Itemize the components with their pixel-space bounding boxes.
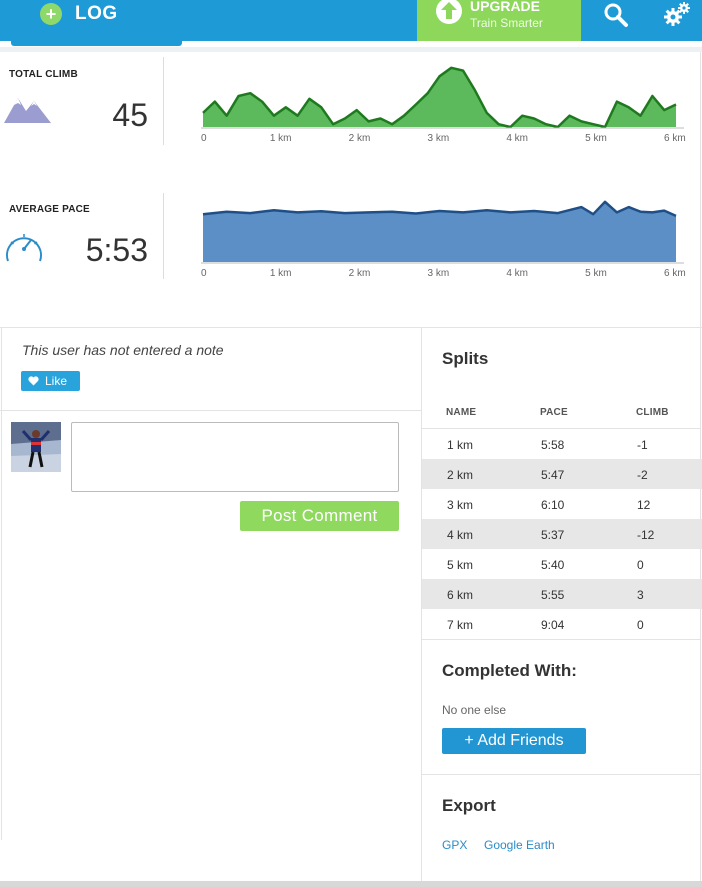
comment-input[interactable] <box>71 422 399 492</box>
split-climb: 12 <box>637 498 651 512</box>
x-tick-label: 3 km <box>428 268 450 279</box>
x-tick-label: 4 km <box>506 133 528 144</box>
page-bottom-edge <box>0 881 702 887</box>
divider <box>422 774 700 775</box>
upgrade-title: UPGRADE <box>470 0 541 14</box>
x-tick-label: 4 km <box>506 268 528 279</box>
export-title: Export <box>442 796 496 815</box>
x-tick-label: 1 km <box>270 268 292 279</box>
total-climb-chart: 0 1 km 2 km 3 km 4 km 5 km 6 km <box>201 66 686 144</box>
upgrade-button[interactable]: UPGRADE Train Smarter <box>417 0 581 41</box>
x-tick-label: 2 km <box>349 133 371 144</box>
heart-icon <box>28 376 39 386</box>
divider <box>422 639 700 640</box>
table-row: 6 km 5:55 3 <box>422 579 702 609</box>
split-pace: 5:37 <box>541 528 565 542</box>
split-name: 5 km <box>447 558 474 572</box>
split-pace: 5:58 <box>541 438 565 452</box>
upgrade-subtitle: Train Smarter <box>470 16 543 30</box>
no-one-else-text: No one else <box>442 703 507 717</box>
x-tick-label: 6 km <box>664 133 686 144</box>
export-gpx-link[interactable]: GPX <box>442 838 467 852</box>
table-row: 7 km 9:04 0 <box>422 609 702 639</box>
split-pace: 5:40 <box>541 558 565 572</box>
x-tick-label: 0 <box>201 133 207 144</box>
table-row: 3 km 6:10 12 <box>422 489 702 519</box>
log-label: LOG <box>75 3 118 24</box>
post-comment-button[interactable]: Post Comment <box>240 501 399 531</box>
avatar[interactable] <box>11 422 61 472</box>
split-climb: 0 <box>637 558 644 572</box>
x-tick-label: 5 km <box>585 133 607 144</box>
split-name: 7 km <box>447 618 474 632</box>
search-icon[interactable] <box>603 2 629 33</box>
export-google-earth-link[interactable]: Google Earth <box>484 838 555 852</box>
x-tick-label: 2 km <box>349 268 371 279</box>
split-name: 3 km <box>447 498 474 512</box>
x-tick-label: 6 km <box>664 268 686 279</box>
divider <box>0 327 702 328</box>
table-row: 2 km 5:47 -2 <box>422 459 702 489</box>
log-button[interactable]: + LOG <box>40 2 118 26</box>
gears-icon[interactable] <box>662 0 692 33</box>
split-pace: 5:47 <box>541 468 565 482</box>
splits-title: Splits <box>442 349 489 368</box>
average-pace-chart: 0 1 km 2 km 3 km 4 km 5 km 6 km <box>201 200 686 279</box>
empty-note-text: This user has not entered a note <box>22 342 224 358</box>
divider <box>0 47 702 52</box>
split-name: 2 km <box>447 468 474 482</box>
split-name: 1 km <box>447 438 474 452</box>
like-button[interactable]: Like <box>21 371 80 391</box>
arrow-up-icon <box>436 0 462 24</box>
completed-with-title: Completed With: <box>442 661 577 680</box>
split-climb: -12 <box>637 528 655 542</box>
split-climb: 3 <box>637 588 644 602</box>
split-pace: 9:04 <box>541 618 565 632</box>
table-row: 1 km 5:58 -1 <box>422 429 702 459</box>
divider <box>1 328 2 840</box>
split-name: 6 km <box>447 588 474 602</box>
divider <box>0 410 421 411</box>
x-tick-label: 1 km <box>270 133 292 144</box>
split-pace: 5:55 <box>541 588 565 602</box>
split-climb: 0 <box>637 618 644 632</box>
split-climb: -2 <box>637 468 648 482</box>
table-row: 4 km 5:37 -12 <box>422 519 702 549</box>
split-climb: -1 <box>637 438 648 452</box>
x-tick-label: 5 km <box>585 268 607 279</box>
x-tick-label: 0 <box>201 268 207 279</box>
splits-header-pace: PACE <box>540 407 568 418</box>
plus-circle-icon: + <box>40 3 62 25</box>
x-tick-label: 3 km <box>428 133 450 144</box>
splits-header-name: NAME <box>446 407 477 418</box>
split-name: 4 km <box>447 528 474 542</box>
split-pace: 6:10 <box>541 498 565 512</box>
top-navigation-bar: + LOG UPGRADE Train Smarter <box>0 0 702 41</box>
active-tab-indicator <box>11 38 182 46</box>
splits-header-climb: CLIMB <box>636 407 669 418</box>
add-friends-button[interactable]: + Add Friends <box>442 728 586 754</box>
like-label: Like <box>45 374 68 388</box>
table-row: 5 km 5:40 0 <box>422 549 702 579</box>
